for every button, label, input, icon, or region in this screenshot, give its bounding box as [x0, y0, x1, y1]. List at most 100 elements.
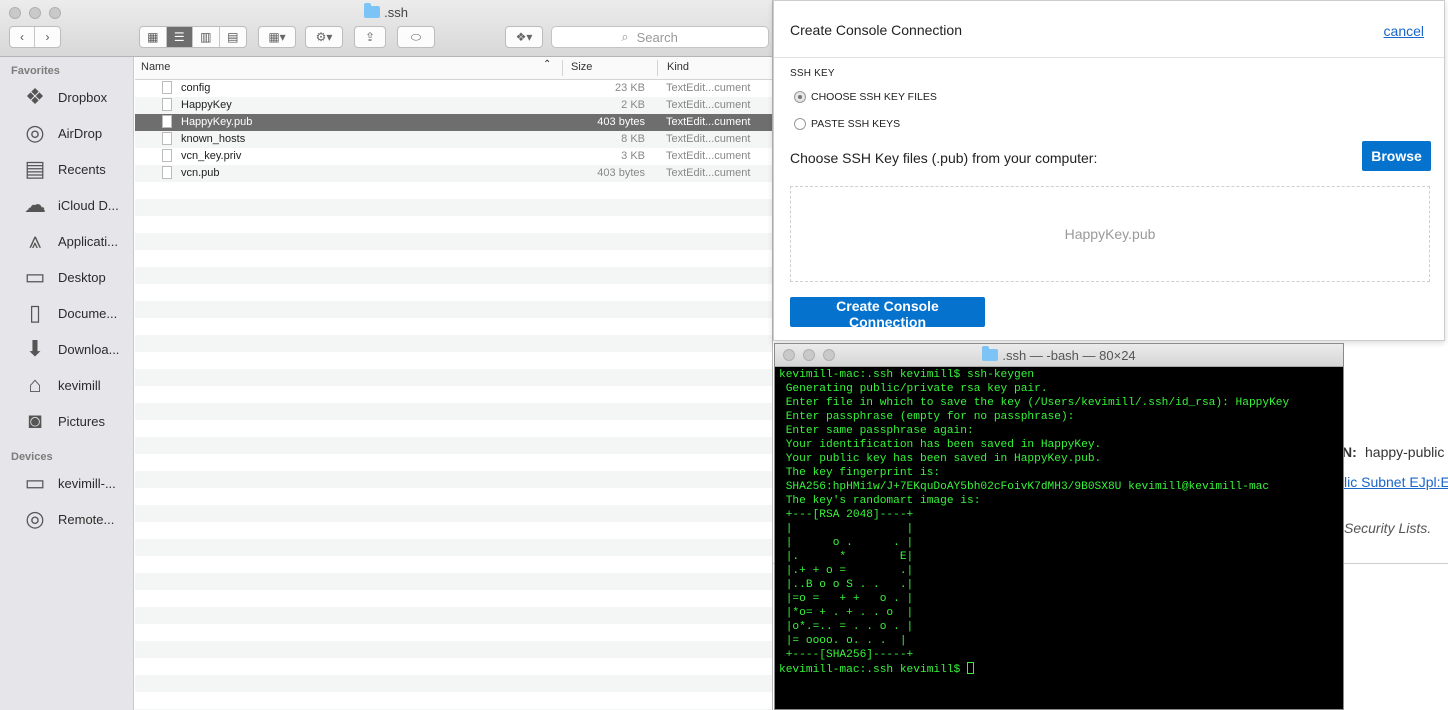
empty-row	[135, 335, 772, 352]
dropbox-icon: ❖▾	[515, 30, 533, 44]
empty-row	[135, 437, 772, 454]
dropbox-toolbar-button[interactable]: ❖▾	[505, 26, 543, 48]
sidebar-item-icloud[interactable]: ☁ iCloud D...	[0, 188, 133, 222]
laptop-icon: ▭	[24, 470, 46, 495]
empty-row	[135, 539, 772, 556]
radio-choose-ssh-key-files[interactable]: CHOOSE SSH KEY FILES	[794, 91, 937, 103]
empty-row	[135, 488, 772, 505]
chevron-up-icon: ⌃	[543, 59, 552, 70]
sidebar-item-downloads[interactable]: ⬇ Downloa...	[0, 332, 133, 366]
gallery-view-button[interactable]: ▤	[220, 27, 246, 47]
folder-icon	[364, 3, 381, 18]
sidebar-item-dropbox[interactable]: ❖ Dropbox	[0, 80, 133, 114]
bg-label-fragment: N:	[1342, 444, 1357, 460]
terminal-title: .ssh — -bash — 80×24	[775, 346, 1343, 363]
file-row-config[interactable]: config 23 KB TextEdit...cument	[135, 80, 772, 97]
column-kind-header[interactable]: Kind	[667, 61, 689, 73]
document-icon	[162, 132, 172, 145]
sidebar-item-home[interactable]: ⌂ kevimill	[0, 368, 133, 402]
column-view-button[interactable]: ▥	[193, 27, 220, 47]
terminal-line: Enter same passphrase again:	[779, 425, 974, 437]
finder-window: .ssh ‹ › ▦ ☰ ▥ ▤ ▦▾ ⚙▾ ⇪ ⬭ ❖▾ ⌕ Favorite…	[0, 0, 773, 710]
group-button[interactable]: ▦▾	[258, 26, 296, 48]
sidebar-item-desktop[interactable]: ▭ Desktop	[0, 260, 133, 294]
share-button[interactable]: ⇪	[354, 26, 386, 48]
terminal-line: | o . . |	[779, 537, 914, 549]
bg-link-fragment[interactable]: lic Subnet EJpl:E	[1344, 474, 1448, 490]
terminal-line: kevimill-mac:.ssh kevimill$	[779, 662, 1339, 677]
list-header: Name ⌃ Size Kind	[135, 57, 772, 80]
tags-button[interactable]: ⬭	[397, 26, 435, 48]
file-drop-zone[interactable]: HappyKey.pub	[790, 186, 1430, 282]
remote-disc-icon: ◎	[25, 506, 45, 531]
column-size-header[interactable]: Size	[571, 61, 592, 73]
terminal-line: |.+ + o = .|	[779, 565, 914, 577]
empty-row	[135, 505, 772, 522]
column-name-header[interactable]: Name	[141, 61, 170, 73]
empty-row	[135, 522, 772, 539]
favorites-header: Favorites	[11, 65, 60, 77]
terminal-line: kevimill-mac:.ssh kevimill$ ssh-keygen	[779, 369, 1035, 381]
sidebar-item-documents[interactable]: ▯ Docume...	[0, 296, 133, 330]
file-row-happykey-pub[interactable]: HappyKey.pub 403 bytes TextEdit...cument	[135, 114, 772, 131]
sidebar-item-laptop[interactable]: ▭ kevimill-...	[0, 466, 133, 500]
sidebar-item-remote-disc[interactable]: ◎ Remote...	[0, 502, 133, 536]
empty-row	[135, 216, 772, 233]
choose-files-text: Choose SSH Key files (.pub) from your co…	[790, 150, 1098, 166]
terminal-line: |=o = + + o . |	[779, 593, 914, 605]
search-box[interactable]: ⌕	[551, 26, 769, 48]
cancel-link[interactable]: cancel	[1384, 23, 1424, 39]
terminal-line: SHA256:hpHMi1w/J+7EKquDoAY5bh02cFoivK7dM…	[779, 481, 1270, 493]
back-button[interactable]: ‹	[10, 27, 36, 47]
icloud-icon: ☁	[24, 192, 46, 217]
radio-paste-ssh-keys[interactable]: PASTE SSH KEYS	[794, 118, 900, 130]
terminal-line: |. * E|	[779, 551, 914, 563]
radio-button[interactable]	[794, 118, 806, 130]
action-button[interactable]: ⚙▾	[305, 26, 343, 48]
folder-icon	[982, 346, 999, 361]
dropbox-icon: ❖	[25, 84, 45, 109]
empty-row	[135, 250, 772, 267]
empty-row	[135, 420, 772, 437]
file-row-happykey[interactable]: HappyKey 2 KB TextEdit...cument	[135, 97, 772, 114]
forward-button[interactable]: ›	[35, 27, 60, 47]
sidebar-item-recents[interactable]: ▤ Recents	[0, 152, 133, 186]
search-input[interactable]	[634, 28, 699, 46]
terminal-line: Enter passphrase (empty for no passphras…	[779, 411, 1075, 423]
terminal-line: Your identification has been saved in Ha…	[779, 439, 1102, 451]
terminal-line: |= oooo. o. . . |	[779, 635, 907, 647]
list-icon: ☰	[173, 30, 185, 44]
empty-row	[135, 590, 772, 607]
empty-row	[135, 624, 772, 641]
browse-button[interactable]: Browse	[1362, 141, 1431, 171]
empty-row	[135, 607, 772, 624]
document-icon	[162, 98, 172, 111]
empty-row	[135, 386, 772, 403]
gallery-icon: ▤	[227, 30, 239, 44]
file-row-vcn-key-priv[interactable]: vcn_key.priv 3 KB TextEdit...cument	[135, 148, 772, 165]
sidebar-item-airdrop[interactable]: ◎ AirDrop	[0, 116, 133, 150]
radio-button-checked[interactable]	[794, 91, 806, 103]
sidebar-item-applications[interactable]: ⩓ Applicati...	[0, 224, 133, 258]
empty-row	[135, 182, 772, 199]
documents-icon: ▯	[28, 300, 42, 325]
list-view-button[interactable]: ☰	[166, 27, 193, 47]
icon-view-button[interactable]: ▦	[140, 27, 167, 47]
empty-row	[135, 573, 772, 590]
file-row-known-hosts[interactable]: known_hosts 8 KB TextEdit...cument	[135, 131, 772, 148]
empty-row	[135, 471, 772, 488]
sidebar-item-pictures[interactable]: ◙ Pictures	[0, 404, 133, 438]
columns-icon: ▥	[200, 30, 212, 44]
terminal-line: Enter file in which to save the key (/Us…	[779, 397, 1290, 409]
create-console-connection-button[interactable]: Create Console Connection	[790, 297, 985, 330]
empty-row	[135, 199, 772, 216]
empty-row	[135, 318, 772, 335]
recents-icon: ▤	[24, 156, 46, 181]
terminal-line: |..B o o S . . .|	[779, 579, 914, 591]
terminal-output[interactable]: kevimill-mac:.ssh kevimill$ ssh-keygen G…	[779, 368, 1339, 708]
column-separator	[657, 60, 658, 76]
column-separator	[562, 60, 563, 76]
terminal-line: +----[SHA256]-----+	[779, 649, 914, 661]
finder-titlebar: .ssh ‹ › ▦ ☰ ▥ ▤ ▦▾ ⚙▾ ⇪ ⬭ ❖▾ ⌕	[0, 0, 772, 57]
file-row-vcn-pub[interactable]: vcn.pub 403 bytes TextEdit...cument	[135, 165, 772, 182]
